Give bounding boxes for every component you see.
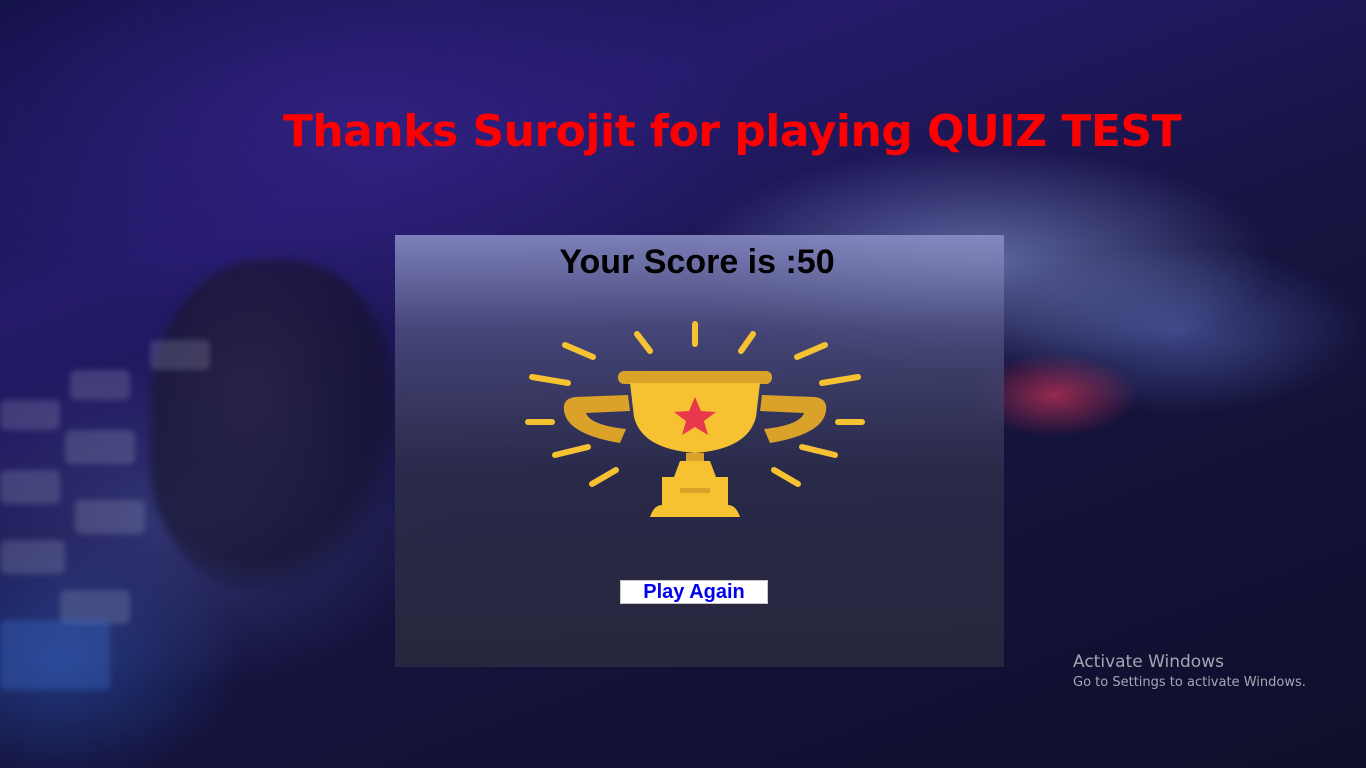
- page-title: Thanks Surojit for playing QUIZ TEST: [282, 106, 1182, 157]
- watermark-title: Activate Windows: [1073, 652, 1224, 672]
- trophy-icon: [525, 321, 865, 517]
- score-card: Your Score is :50 Play Again: [395, 235, 1004, 667]
- activate-windows-watermark: Activate Windows Go to Settings to activ…: [1073, 651, 1306, 693]
- score-text: Your Score is :50: [559, 243, 835, 281]
- watermark-subtitle: Go to Settings to activate Windows.: [1073, 675, 1306, 690]
- background-keyboard: [0, 330, 360, 710]
- play-again-button[interactable]: Play Again: [620, 580, 768, 604]
